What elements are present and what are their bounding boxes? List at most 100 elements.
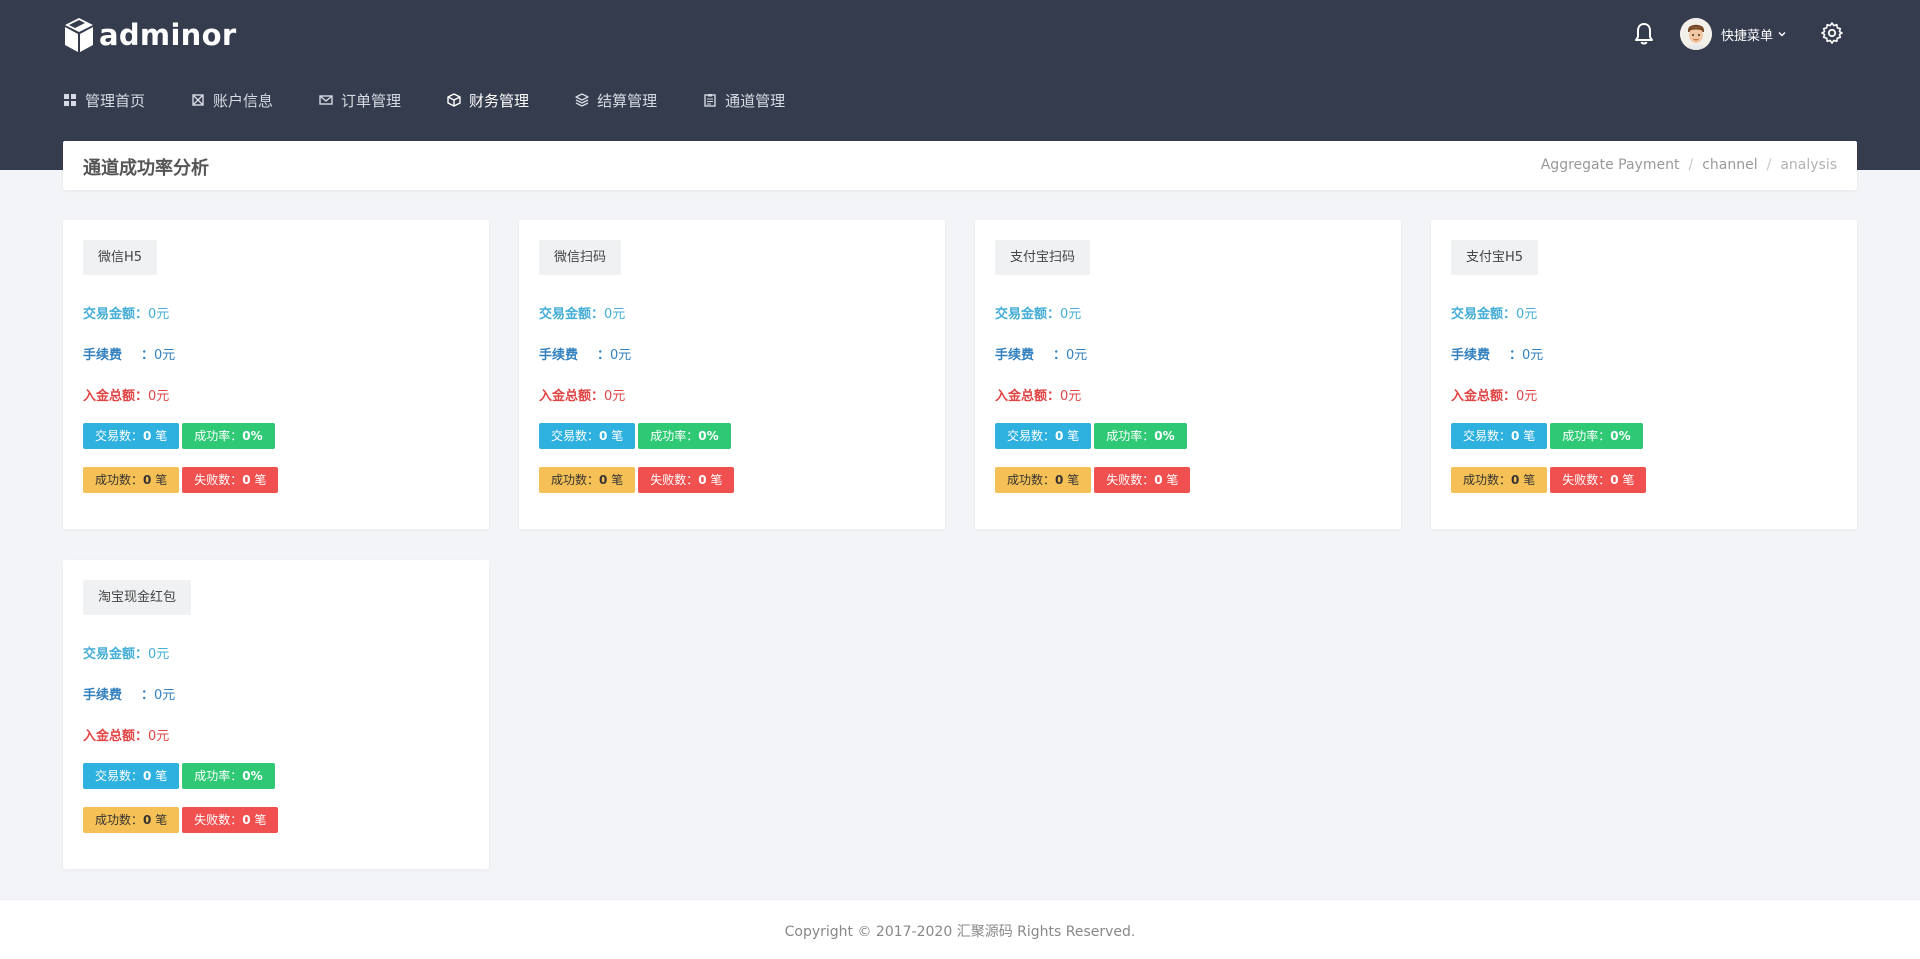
success-rate-label: 成功率： (194, 769, 243, 783)
income-total-line: 入金总额：0元 (83, 725, 169, 744)
trade-amount-value: 0元 (604, 307, 626, 322)
income-total-label: 入金总额： (539, 389, 605, 404)
fee-colon: ： (597, 348, 611, 363)
success-count-value: 0 (1511, 473, 1520, 487)
fee-line: 手续费 ：0元 (1451, 344, 1543, 363)
success-count-label: 成功数： (1463, 473, 1512, 487)
trade-count-badge: 交易数：0 笔 (83, 763, 180, 789)
trade-amount-value: 0元 (1060, 307, 1082, 322)
income-total-value: 0元 (148, 389, 170, 404)
count-unit: 笔 (611, 473, 624, 487)
fail-count-badge: 失败数：0 笔 (638, 467, 735, 493)
mail-icon (319, 95, 333, 105)
channel-name: 微信H5 (83, 240, 158, 275)
fail-count-value: 0 (242, 473, 251, 487)
breadcrumb: Aggregate Payment / channel / analysis (1541, 157, 1837, 173)
success-rate-badge: 成功率：0% (182, 423, 275, 449)
count-unit: 笔 (611, 429, 624, 443)
cube-logo-icon (65, 18, 93, 52)
count-unit: 笔 (710, 473, 723, 487)
trade-amount-label: 交易金额： (83, 647, 149, 662)
main-nav: 管理首页 账户信息 订单管理 财务管理 结算管理 通道管理 (63, 88, 831, 112)
trade-count-label: 交易数： (95, 769, 144, 783)
trade-count-value: 0 (1055, 429, 1064, 443)
fail-count-badge: 失败数：0 笔 (182, 807, 279, 833)
user-menu[interactable]: 快捷菜单 (1680, 18, 1787, 50)
badge-row: 交易数：0 笔 成功率：0% (539, 423, 731, 449)
channel-card: 淘宝现金红包 交易金额：0元 手续费 ：0元 入金总额：0元 交易数：0 笔 成功… (63, 560, 489, 869)
fee-colon: ： (1509, 348, 1523, 363)
count-unit: 笔 (1166, 473, 1179, 487)
fail-count-badge: 失败数：0 笔 (182, 467, 279, 493)
trade-amount-label: 交易金额： (995, 307, 1061, 322)
nav-item-orders[interactable]: 订单管理 (319, 88, 401, 112)
fail-count-label: 失败数： (194, 813, 243, 827)
fee-label: 手续费 (539, 348, 579, 363)
trade-count-badge: 交易数：0 笔 (83, 423, 180, 449)
success-rate-value: 0% (1154, 429, 1175, 443)
gear-icon[interactable] (1820, 21, 1844, 45)
fee-value: 0元 (154, 348, 176, 363)
badge-row: 交易数：0 笔 成功率：0% (995, 423, 1187, 449)
fail-count-value: 0 (1610, 473, 1619, 487)
breadcrumb-item[interactable]: channel (1702, 157, 1757, 173)
count-unit: 笔 (1067, 429, 1080, 443)
breadcrumb-item[interactable]: Aggregate Payment (1541, 157, 1680, 173)
layers-icon (575, 93, 589, 107)
success-rate-badge: 成功率：0% (1550, 423, 1643, 449)
success-count-badge: 成功数：0 笔 (1451, 467, 1548, 493)
trade-count-label: 交易数： (95, 429, 144, 443)
channel-name: 微信扫码 (539, 240, 622, 275)
chevron-down-icon (1778, 32, 1786, 37)
success-count-value: 0 (1055, 473, 1064, 487)
success-count-badge: 成功数：0 笔 (995, 467, 1092, 493)
breadcrumb-item-current: analysis (1780, 157, 1837, 173)
count-unit: 笔 (155, 473, 168, 487)
count-unit: 笔 (1523, 473, 1536, 487)
trade-amount-label: 交易金额： (83, 307, 149, 322)
fee-label: 手续费 (83, 348, 123, 363)
success-rate-value: 0% (698, 429, 719, 443)
user-menu-label: 快捷菜单 (1721, 28, 1774, 44)
trade-count-value: 0 (599, 429, 608, 443)
trade-count-value: 0 (143, 429, 152, 443)
badge-row: 成功数：0 笔 失败数：0 笔 (83, 467, 279, 493)
nav-item-label: 账户信息 (213, 91, 274, 110)
success-rate-label: 成功率： (650, 429, 699, 443)
trade-count-value: 0 (1511, 429, 1520, 443)
income-total-line: 入金总额：0元 (83, 385, 169, 404)
nav-item-channels[interactable]: 通道管理 (703, 88, 785, 112)
fail-count-badge: 失败数：0 笔 (1550, 467, 1647, 493)
fee-value: 0元 (610, 348, 632, 363)
fail-count-label: 失败数： (650, 473, 699, 487)
count-unit: 笔 (254, 813, 267, 827)
fee-colon: ： (141, 348, 155, 363)
page-title: 通道成功率分析 (83, 158, 209, 179)
account-icon (192, 94, 204, 106)
nav-item-dashboard[interactable]: 管理首页 (63, 88, 145, 112)
nav-item-account[interactable]: 账户信息 (191, 88, 273, 112)
trade-amount-line: 交易金额：0元 (995, 303, 1081, 322)
success-count-label: 成功数： (551, 473, 600, 487)
fee-colon: ： (1053, 348, 1067, 363)
success-count-badge: 成功数：0 笔 (539, 467, 636, 493)
success-count-value: 0 (599, 473, 608, 487)
nav-item-label: 管理首页 (85, 91, 146, 110)
trade-amount-value: 0元 (148, 307, 170, 322)
fee-value: 0元 (1522, 348, 1544, 363)
trade-count-badge: 交易数：0 笔 (1451, 423, 1548, 449)
trade-amount-label: 交易金额： (539, 307, 605, 322)
avatar (1680, 18, 1712, 50)
bell-icon[interactable] (1633, 22, 1655, 46)
cube-icon (447, 93, 461, 107)
breadcrumb-separator: / (1766, 157, 1772, 173)
success-rate-badge: 成功率：0% (1094, 423, 1187, 449)
nav-item-label: 财务管理 (469, 91, 530, 110)
nav-item-settlement[interactable]: 结算管理 (575, 88, 657, 112)
channel-name: 淘宝现金红包 (83, 580, 192, 615)
income-total-line: 入金总额：0元 (995, 385, 1081, 404)
income-total-line: 入金总额：0元 (1451, 385, 1537, 404)
brand-logo[interactable]: adminor (63, 17, 236, 53)
nav-item-finance[interactable]: 财务管理 (447, 88, 529, 112)
trade-amount-value: 0元 (1516, 307, 1538, 322)
